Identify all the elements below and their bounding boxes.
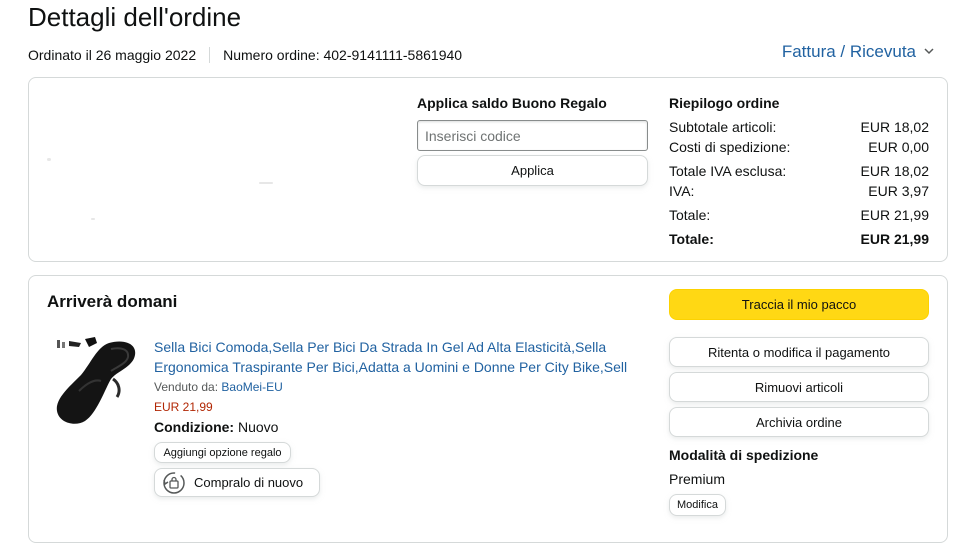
summary-value: EUR 21,99 — [860, 207, 929, 223]
summary-label: Costi di spedizione: — [669, 139, 791, 155]
product-image[interactable] — [51, 331, 143, 431]
payment-method-placeholder — [47, 158, 51, 161]
retry-payment-button[interactable]: Ritenta o modifica il pagamento — [669, 337, 929, 367]
track-package-button[interactable]: Traccia il mio pacco — [669, 289, 929, 320]
sold-by-label: Venduto da: — [154, 380, 219, 394]
grand-total-label: Totale: — [669, 231, 714, 247]
summary-label: Totale: — [669, 207, 711, 223]
chevron-down-icon — [924, 46, 934, 58]
payment-method-placeholder — [259, 182, 273, 184]
summary-value: EUR 18,02 — [860, 119, 929, 135]
order-summary-box: Applica saldo Buono Regalo Applica Riepi… — [28, 77, 948, 262]
shipping-method-value: Premium — [669, 471, 726, 487]
shipment-box: Arriverà domani Sella Bici Comoda,Sella … — [28, 275, 948, 543]
summary-row: IVA: EUR 3,97 — [669, 181, 929, 201]
buy-again-icon — [162, 471, 186, 495]
summary-label: IVA: — [669, 183, 695, 199]
summary-value: EUR 0,00 — [868, 139, 929, 155]
summary-grand-total: Totale: EUR 21,99 — [669, 229, 929, 249]
summary-row: Subtotale articoli: EUR 18,02 — [669, 117, 929, 137]
summary-label: Totale IVA esclusa: — [669, 163, 787, 179]
modify-shipping-button[interactable]: Modifica — [669, 494, 726, 516]
summary-title: Riepilogo ordine — [669, 95, 780, 111]
invoice-label: Fattura / Ricevuta — [781, 42, 916, 61]
summary-row: Totale: EUR 21,99 — [669, 205, 929, 225]
buy-again-button[interactable]: Compralo di nuovo — [154, 468, 320, 497]
payment-method-placeholder — [91, 218, 95, 220]
summary-label: Subtotale articoli: — [669, 119, 777, 135]
buy-again-label: Compralo di nuovo — [194, 475, 304, 490]
archive-order-button[interactable]: Archivia ordine — [669, 407, 929, 437]
gift-code-input[interactable] — [417, 120, 648, 151]
order-date: Ordinato il 26 maggio 2022 — [28, 47, 197, 63]
invoice-dropdown[interactable]: Fattura / Ricevuta — [782, 42, 934, 62]
page-title: Dettagli dell'ordine — [28, 2, 242, 32]
product-price: EUR 21,99 — [154, 400, 213, 414]
order-meta: Ordinato il 26 maggio 2022 Numero ordine… — [28, 47, 462, 63]
summary-value: EUR 18,02 — [860, 163, 929, 179]
condition-value: Nuovo — [238, 419, 279, 435]
condition-label: Condizione: — [154, 419, 235, 435]
add-gift-option-button[interactable]: Aggiungi opzione regalo — [154, 442, 291, 463]
order-number: Numero ordine: 402-9141111-5861940 — [223, 47, 463, 63]
sold-by: Venduto da: BaoMei-EU — [154, 380, 283, 394]
seller-link[interactable]: BaoMei-EU — [221, 380, 282, 394]
summary-value: EUR 3,97 — [868, 183, 929, 199]
apply-button[interactable]: Applica — [417, 155, 648, 186]
meta-divider — [209, 47, 211, 63]
gift-card-title: Applica saldo Buono Regalo — [417, 95, 607, 111]
summary-row: Totale IVA esclusa: EUR 18,02 — [669, 161, 929, 181]
product-title-link[interactable]: Sella Bici Comoda,Sella Per Bici Da Stra… — [154, 337, 644, 377]
product-condition: Condizione: Nuovo — [154, 419, 278, 435]
grand-total-value: EUR 21,99 — [860, 231, 929, 247]
shipping-method-title: Modalità di spedizione — [669, 447, 819, 463]
remove-items-button[interactable]: Rimuovi articoli — [669, 372, 929, 402]
delivery-heading: Arriverà domani — [47, 292, 178, 311]
order-summary: Riepilogo ordine Subtotale articoli: EUR… — [669, 95, 929, 249]
summary-row: Costi di spedizione: EUR 0,00 — [669, 137, 929, 157]
